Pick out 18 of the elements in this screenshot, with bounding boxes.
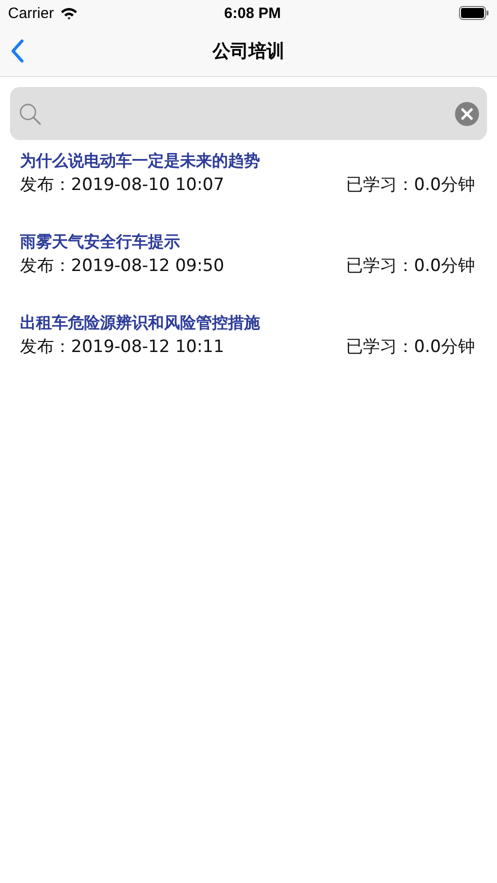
status-time: 6:08 PM [224,4,281,22]
article-title[interactable]: 出租车危险源辨识和风险管控措施 [20,312,477,334]
article-title[interactable]: 雨雾天气安全行车提示 [20,231,477,253]
clear-icon[interactable] [455,102,479,126]
publish-date: 发布：2019-08-12 10:11 [20,336,224,359]
study-time: 已学习：0.0分钟 [346,255,475,278]
study-time: 已学习：0.0分钟 [346,336,475,359]
search-field[interactable] [10,87,487,140]
search-icon [18,102,42,126]
back-icon[interactable] [10,39,24,63]
publish-date: 发布：2019-08-10 10:07 [20,174,224,197]
wifi-icon [60,6,78,20]
article-title[interactable]: 为什么说电动车一定是未来的趋势 [20,150,477,172]
battery-icon [458,6,489,20]
carrier-label: Carrier [8,4,54,22]
study-time: 已学习：0.0分钟 [346,174,475,197]
publish-date: 发布：2019-08-12 09:50 [20,255,224,278]
nav-title: 公司培训 [212,40,284,63]
